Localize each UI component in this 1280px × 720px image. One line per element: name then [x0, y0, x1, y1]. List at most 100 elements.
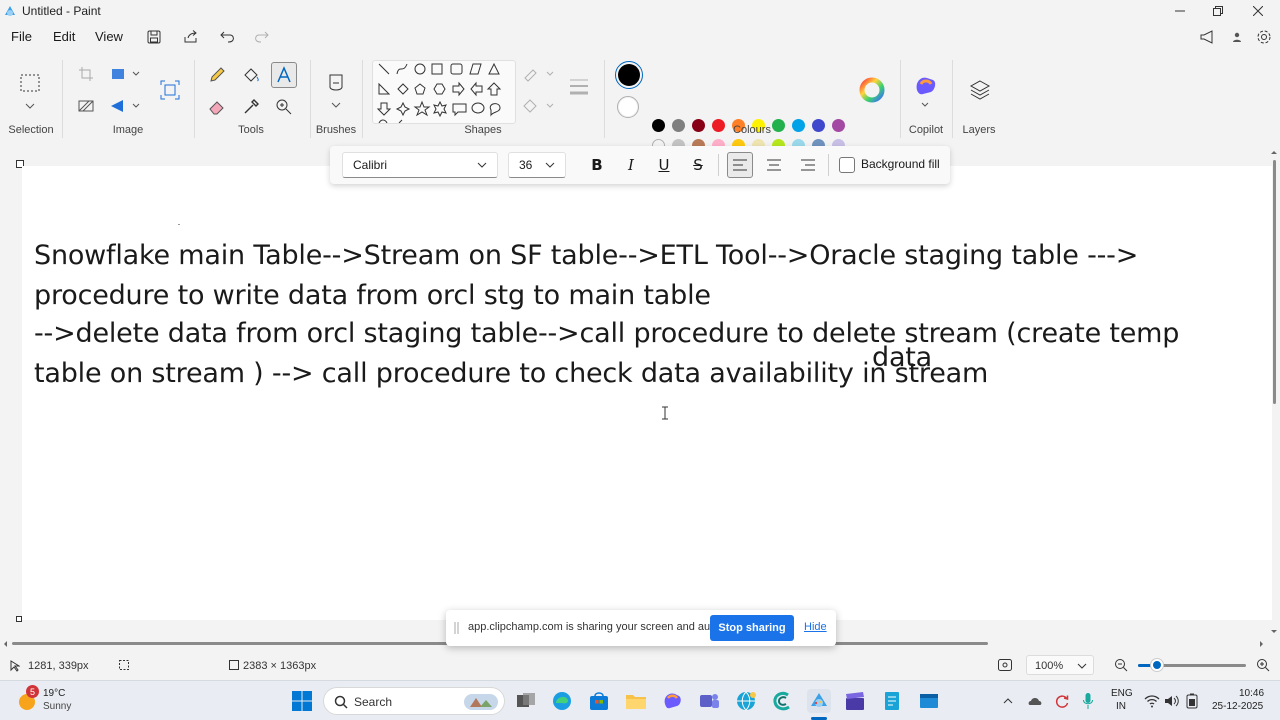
canvas-text-line: table on stream ) --> call procedure to …	[34, 358, 989, 389]
background-fill-label: Background fill	[861, 157, 940, 171]
crop-button[interactable]	[76, 64, 96, 84]
align-left-button[interactable]	[727, 152, 753, 178]
image-select-button[interactable]	[158, 78, 182, 102]
magnifier-button[interactable]	[273, 96, 295, 118]
windows-logo-icon	[292, 691, 312, 711]
clock-date[interactable]: 25-12-2025	[1212, 701, 1263, 712]
onedrive-icon[interactable]	[1027, 693, 1043, 709]
underline-button[interactable]: U	[651, 152, 677, 178]
undo-icon	[220, 31, 234, 43]
fill-style-icon	[523, 99, 554, 113]
settings-button[interactable]	[1253, 27, 1275, 47]
chevron-up-icon[interactable]	[1003, 697, 1013, 705]
notification-badge: 5	[26, 685, 39, 698]
feedback-button[interactable]	[1197, 27, 1219, 47]
menu-edit[interactable]: Edit	[53, 29, 75, 44]
zoom-slider-thumb[interactable]	[1151, 659, 1163, 671]
restore-button[interactable]	[1198, 0, 1238, 22]
wifi-icon[interactable]	[1144, 694, 1160, 708]
bold-button[interactable]: B	[584, 152, 610, 178]
align-right-button[interactable]	[795, 152, 821, 178]
layers-button[interactable]	[968, 78, 992, 102]
window-title: Untitled - Paint	[22, 4, 101, 18]
minimize-button[interactable]	[1160, 0, 1200, 22]
size-button[interactable]	[566, 74, 592, 100]
shape-outline-button[interactable]	[520, 64, 556, 84]
canvas-text-line: Snowflake main Table-->Stream on SF tabl…	[34, 240, 1139, 271]
menu-file[interactable]: File	[11, 29, 32, 44]
stop-sharing-button[interactable]: Stop sharing	[710, 615, 794, 641]
store-button[interactable]	[587, 689, 611, 713]
image-effect-button[interactable]	[76, 96, 96, 116]
notepad-button[interactable]	[880, 689, 904, 713]
paint-taskbar-button[interactable]	[807, 689, 831, 713]
file-explorer-button[interactable]	[624, 689, 648, 713]
menu-view[interactable]: View	[95, 29, 123, 44]
zoom-dropdown[interactable]: 100%	[1026, 655, 1094, 675]
drag-handle-icon[interactable]	[454, 622, 460, 634]
account-button[interactable]	[1226, 27, 1248, 47]
region-code[interactable]: IN	[1116, 701, 1126, 712]
pencil-button[interactable]	[206, 64, 228, 86]
share-button[interactable]	[180, 27, 202, 47]
eraser-button[interactable]	[206, 96, 228, 118]
copilot-taskbar-button[interactable]	[660, 689, 684, 713]
zoom-in-icon[interactable]	[1256, 658, 1270, 672]
edit-colours-button[interactable]	[858, 76, 886, 104]
clipchamp-button[interactable]	[770, 689, 794, 713]
save-button[interactable]	[143, 27, 165, 47]
layers-icon	[969, 80, 991, 100]
zoom-slider[interactable]	[1138, 659, 1246, 671]
browser-button[interactable]	[734, 689, 758, 713]
save-icon	[147, 30, 161, 44]
secondary-colour-button[interactable]	[617, 96, 639, 118]
redo-button[interactable]	[250, 27, 272, 47]
clapperboard-button[interactable]	[843, 689, 867, 713]
shape-fill-button[interactable]	[520, 96, 556, 116]
zoom-out-icon[interactable]	[1114, 658, 1128, 672]
window-app-button[interactable]	[917, 689, 941, 713]
microphone-icon[interactable]	[1082, 692, 1094, 710]
shapes-gallery[interactable]	[372, 60, 516, 124]
volume-icon[interactable]	[1164, 694, 1180, 708]
battery-icon[interactable]	[1185, 693, 1199, 709]
font-family-dropdown[interactable]: Calibri	[342, 152, 498, 178]
start-button[interactable]	[290, 689, 314, 713]
close-button[interactable]	[1238, 0, 1278, 22]
primary-colour-swatch	[618, 64, 640, 86]
resize-button[interactable]	[108, 64, 142, 84]
selection-tool-button[interactable]	[18, 70, 42, 110]
hide-link[interactable]: Hide	[804, 621, 827, 633]
font-size-dropdown[interactable]: 36	[508, 152, 566, 178]
drawing-canvas[interactable]: Snowflake main Table-->Stream on SF tabl…	[22, 166, 1272, 620]
flip-button[interactable]	[108, 96, 142, 116]
color-picker-button[interactable]	[240, 96, 262, 118]
weather-widget[interactable]: 5	[16, 685, 39, 712]
fit-to-window-icon[interactable]	[998, 659, 1012, 671]
background-fill-checkbox[interactable]	[839, 157, 855, 173]
text-button[interactable]	[271, 62, 297, 88]
vertical-scrollbar[interactable]	[1268, 148, 1280, 638]
crop-icon	[79, 67, 93, 81]
task-view-button[interactable]	[514, 689, 538, 713]
undo-button[interactable]	[217, 27, 239, 47]
clock-time[interactable]: 10:46	[1239, 688, 1264, 699]
align-center-button[interactable]	[761, 152, 787, 178]
primary-colour-button[interactable]	[615, 61, 643, 89]
brushes-button[interactable]	[324, 72, 348, 110]
task-view-icon	[517, 693, 535, 707]
align-left-icon	[733, 159, 747, 171]
teams-button[interactable]	[697, 689, 721, 713]
megaphone-icon	[1200, 30, 1213, 44]
redo-icon	[255, 31, 269, 43]
pencil-icon	[210, 67, 225, 82]
sync-icon[interactable]	[1054, 693, 1070, 709]
fill-button[interactable]	[240, 64, 262, 86]
copilot-button[interactable]	[910, 72, 940, 108]
strikethrough-button[interactable]: S	[685, 152, 711, 178]
italic-button[interactable]: I	[618, 152, 644, 178]
taskbar-search[interactable]: Search	[323, 687, 505, 715]
language-code[interactable]: ENG	[1111, 688, 1133, 699]
edge-button[interactable]	[550, 689, 574, 713]
share-message: app.clipchamp.com is sharing your screen…	[468, 621, 728, 633]
